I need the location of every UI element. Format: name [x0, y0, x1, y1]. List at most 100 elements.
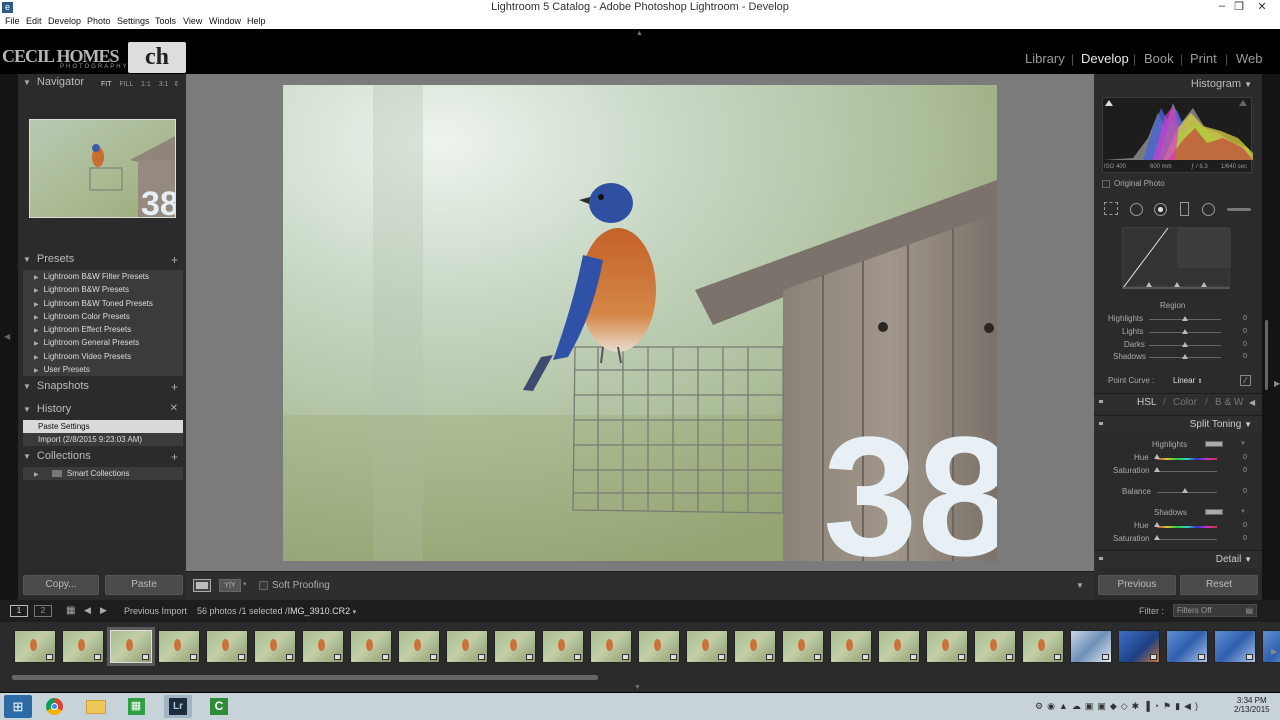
- preset-folder[interactable]: ▶ Lightroom B&W Toned Presets: [23, 297, 183, 310]
- preset-folder[interactable]: ▶ Lightroom B&W Presets: [23, 283, 183, 296]
- right-panel-scrollbar[interactable]: [1265, 320, 1268, 390]
- highlights-saturation-slider[interactable]: [1157, 471, 1217, 472]
- filmstrip-scrollbar[interactable]: [12, 675, 598, 680]
- before-after-view-icon[interactable]: Y|Y: [219, 579, 241, 592]
- zoom-1-1[interactable]: 1:1: [141, 81, 151, 88]
- highlights-color-swatch[interactable]: [1205, 441, 1223, 447]
- clear-history-icon[interactable]: ✕: [170, 403, 178, 414]
- shadows-color-swatch[interactable]: [1205, 509, 1223, 515]
- filmstrip-thumbnail[interactable]: [1070, 630, 1112, 663]
- preset-folder[interactable]: ▶ Lightroom General Presets: [23, 336, 183, 349]
- previous-settings-button[interactable]: Previous: [1098, 575, 1176, 595]
- shadows-saturation-knob[interactable]: [1154, 535, 1160, 540]
- preset-folder[interactable]: ▶ Lightroom B&W Filter Presets: [23, 270, 183, 283]
- collapse-left-panel-arrow[interactable]: ◀: [4, 332, 10, 341]
- shadows-saturation-slider[interactable]: [1157, 539, 1217, 540]
- loupe-view-icon[interactable]: [193, 579, 211, 592]
- history-header[interactable]: ▼ History: [23, 403, 71, 419]
- paste-settings-button[interactable]: Paste: [105, 575, 183, 595]
- highlights-hue-knob[interactable]: [1154, 454, 1160, 459]
- panel-switch-icon[interactable]: [1099, 557, 1103, 560]
- tone-lights-knob[interactable]: [1182, 329, 1188, 334]
- radial-filter-tool-icon[interactable]: [1202, 203, 1215, 216]
- module-print[interactable]: Print: [1190, 51, 1217, 66]
- filmstrip-thumbnail[interactable]: [590, 630, 632, 663]
- panel-switch-icon[interactable]: [1099, 422, 1103, 425]
- filmstrip-thumbnail[interactable]: [14, 630, 56, 663]
- highlights-hue-value[interactable]: 0: [1243, 454, 1247, 461]
- tone-shadows-knob[interactable]: [1182, 354, 1188, 359]
- expand-triangle-icon[interactable]: ◀: [1249, 398, 1255, 407]
- navigator-header[interactable]: ▼ Navigator: [23, 76, 84, 92]
- navigator-preview[interactable]: 38: [29, 119, 176, 218]
- left-panel-edge[interactable]: ◀: [0, 74, 18, 600]
- menu-edit[interactable]: Edit: [26, 16, 42, 26]
- filmstrip-thumbnail[interactable]: [254, 630, 296, 663]
- preset-folder[interactable]: ▶ Lightroom Video Presets: [23, 350, 183, 363]
- spot-removal-tool-icon[interactable]: [1130, 203, 1143, 216]
- shadows-picker-icon[interactable]: ▼: [1240, 509, 1246, 515]
- highlights-saturation-knob[interactable]: [1154, 467, 1160, 472]
- history-item-selected[interactable]: Paste Settings: [23, 420, 183, 433]
- filmstrip-thumbnail[interactable]: [542, 630, 584, 663]
- menu-window[interactable]: Window: [209, 16, 241, 26]
- highlights-picker-icon[interactable]: ▼: [1240, 441, 1246, 447]
- menu-tools[interactable]: Tools: [155, 16, 176, 26]
- add-collection-icon[interactable]: +: [171, 450, 178, 464]
- history-item[interactable]: Import (2/8/2015 9:23:03 AM): [23, 433, 183, 446]
- tab-color[interactable]: Color: [1173, 397, 1197, 408]
- menu-view[interactable]: View: [183, 16, 202, 26]
- main-photo[interactable]: 38: [283, 85, 997, 561]
- detail-header[interactable]: Detail ▼: [1094, 550, 1262, 568]
- secondary-window-button[interactable]: 2: [34, 605, 52, 617]
- filmstrip-thumbnail[interactable]: [494, 630, 536, 663]
- reset-button[interactable]: Reset: [1180, 575, 1258, 595]
- filmstrip-thumbnail[interactable]: [974, 630, 1016, 663]
- split-point-handle[interactable]: [1201, 282, 1207, 287]
- highlights-saturation-value[interactable]: 0: [1243, 467, 1247, 474]
- camtasia-icon[interactable]: C: [205, 695, 233, 718]
- tab-bw[interactable]: B & W: [1215, 397, 1243, 408]
- menu-help[interactable]: Help: [247, 16, 266, 26]
- windows-start-icon[interactable]: ⊞: [4, 695, 32, 718]
- point-curve-select[interactable]: Linear ⇕: [1173, 376, 1203, 385]
- snapshots-header[interactable]: ▼ Snapshots: [23, 380, 89, 396]
- filmstrip-thumbnail[interactable]: [782, 630, 824, 663]
- toolbar-options-dropdown-icon[interactable]: ▼: [1076, 581, 1084, 590]
- module-book[interactable]: Book: [1144, 51, 1174, 66]
- zoom-fit[interactable]: FIT: [101, 81, 111, 88]
- menu-develop[interactable]: Develop: [48, 16, 81, 26]
- filmstrip-thumbnail[interactable]: [1118, 630, 1160, 663]
- filmstrip-thumbnail[interactable]: [734, 630, 776, 663]
- add-preset-icon[interactable]: +: [171, 253, 178, 267]
- maximize-button[interactable]: ❐: [1229, 0, 1249, 13]
- preset-folder[interactable]: ▶ User Presets: [23, 363, 183, 376]
- tab-hsl[interactable]: HSL: [1137, 397, 1156, 408]
- filmstrip-thumbnail[interactable]: [1022, 630, 1064, 663]
- chrome-icon[interactable]: [40, 695, 68, 718]
- filmstrip-thumbnail[interactable]: [686, 630, 728, 663]
- dropdown-arrow-icon[interactable]: ▾: [353, 609, 357, 616]
- shadows-hue-slider[interactable]: [1157, 526, 1217, 528]
- add-snapshot-icon[interactable]: +: [171, 380, 178, 394]
- shadows-hue-knob[interactable]: [1154, 522, 1160, 527]
- split-point-handle[interactable]: [1146, 282, 1152, 287]
- split-toning-header[interactable]: Split Toning ▼: [1094, 415, 1262, 433]
- shadows-hue-value[interactable]: 0: [1243, 522, 1247, 529]
- presets-header[interactable]: ▼ Presets: [23, 253, 74, 269]
- filmstrip-thumbnail-selected[interactable]: [107, 627, 155, 666]
- preset-folder[interactable]: ▶ Lightroom Effect Presets: [23, 323, 183, 336]
- filmstrip-thumbnail[interactable]: [926, 630, 968, 663]
- back-arrow-icon[interactable]: ◀: [84, 605, 91, 616]
- shadows-saturation-value[interactable]: 0: [1243, 535, 1247, 542]
- module-develop[interactable]: Develop: [1081, 51, 1129, 66]
- histogram-header[interactable]: Histogram ▼: [1191, 78, 1252, 90]
- main-window-button[interactable]: 1: [10, 605, 28, 617]
- filter-select[interactable]: Filters Off ▤: [1173, 604, 1257, 617]
- collapse-right-panel-arrow[interactable]: ▶: [1274, 379, 1280, 388]
- highlights-hue-slider[interactable]: [1157, 458, 1217, 460]
- filmstrip-thumbnail[interactable]: [206, 630, 248, 663]
- adjustment-brush-tool-icon[interactable]: [1227, 208, 1251, 211]
- filmstrip-thumbnail[interactable]: [1166, 630, 1208, 663]
- grid-view-icon[interactable]: ▦: [66, 605, 75, 616]
